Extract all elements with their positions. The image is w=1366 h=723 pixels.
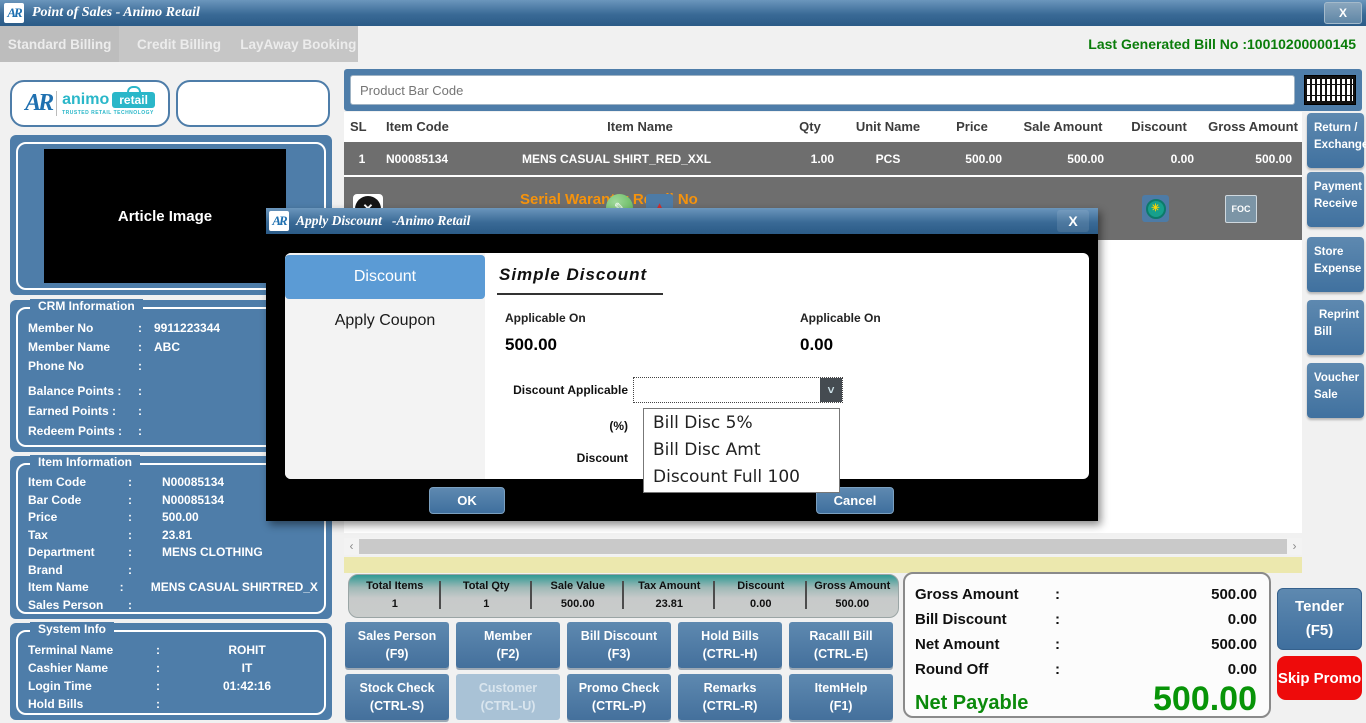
- item-row: Sales Person:: [28, 597, 132, 612]
- last-generated-bill: Last Generated Bill No :10010200000145: [1088, 36, 1356, 52]
- store-expense-button[interactable]: Store Expense: [1307, 237, 1364, 292]
- modal-title: Apply Discount -Animo Retail: [296, 213, 471, 228]
- gross-amount-row: Gross Amount:500.00: [915, 586, 1257, 603]
- system-row: Cashier Name: IT: [28, 661, 253, 675]
- item-row: Brand:: [28, 562, 132, 577]
- item-info-title: Item Information: [30, 455, 141, 469]
- net-payable-row: Net Payable 500.00: [915, 680, 1257, 718]
- brand-ar-icon: AR: [25, 90, 54, 116]
- system-row: Hold Bills:: [28, 697, 160, 711]
- tax-amount: Tax Amount 23.81: [624, 575, 716, 617]
- customer-button: Customer (CTRL-U): [456, 674, 560, 720]
- table-row[interactable]: 1 N00085134 MENS CASUAL SHIRT_RED_XXL 1.…: [344, 142, 1302, 175]
- title-bar: AR Point of Sales - Animo Retail X: [0, 0, 1366, 26]
- apply-discount-modal: AR Apply Discount -Animo Retail X Discou…: [266, 208, 1098, 521]
- brand-animo: animo: [62, 91, 110, 108]
- app-logo-icon: AR: [4, 3, 24, 23]
- foc-button[interactable]: FOC: [1225, 195, 1257, 223]
- promo-check-button[interactable]: Promo Check (CTRL-P): [567, 674, 671, 720]
- total-qty: Total Qty 1: [441, 575, 533, 617]
- promo-badge-icon[interactable]: ✳: [1142, 195, 1169, 222]
- scroll-right-icon[interactable]: ›: [1287, 538, 1302, 555]
- modal-tab-discount[interactable]: Discount: [285, 255, 485, 299]
- barcode-input[interactable]: [350, 75, 1295, 105]
- tab-layaway-booking[interactable]: LayAway Booking: [239, 26, 358, 62]
- brand-text: animo retail TRUSTED RETAIL TECHNOLOGY: [56, 91, 155, 116]
- modal-tab-apply-coupon[interactable]: Apply Coupon: [285, 299, 485, 343]
- window-title: Point of Sales - Animo Retail: [32, 5, 200, 20]
- horizontal-scrollbar[interactable]: ‹ ›: [344, 538, 1302, 555]
- scroll-left-icon[interactable]: ‹: [344, 538, 359, 555]
- system-info-title: System Info: [30, 622, 115, 636]
- recall-bill-button[interactable]: Racalll Bill (CTRL-E): [789, 622, 893, 668]
- remarks-button[interactable]: Remarks (CTRL-R): [678, 674, 782, 720]
- bill-summary-panel: Gross Amount:500.00 Bill Discount:0.00 N…: [903, 572, 1271, 718]
- billing-tabs: Standard Billing Credit Billing LayAway …: [0, 26, 358, 62]
- applicable-on-left: Applicable On 500.00: [505, 311, 586, 354]
- skip-promo-button[interactable]: Skip Promo: [1277, 656, 1362, 700]
- scrollbar-thumb[interactable]: [359, 539, 1287, 554]
- simple-discount-heading: Simple Discount: [497, 265, 664, 295]
- member-button[interactable]: Member (F2): [456, 622, 560, 668]
- hold-bills-button[interactable]: Hold Bills (CTRL-H): [678, 622, 782, 668]
- percent-label: (%): [609, 419, 628, 433]
- system-info-panel: System Info Terminal Name: ROHIT Cashier …: [10, 622, 332, 720]
- brand-logo-box: AR animo retail TRUSTED RETAIL TECHNOLOG…: [10, 80, 170, 127]
- item-help-button[interactable]: ItemHelp (F1): [789, 674, 893, 720]
- item-row: Department: MENS CLOTHING: [28, 545, 263, 559]
- system-row: Login Time:01:42:16: [28, 679, 272, 693]
- status-strip: [344, 557, 1302, 573]
- dropdown-option[interactable]: Discount Full 100: [653, 464, 839, 491]
- applicable-on-right: Applicable On 0.00: [800, 311, 881, 354]
- brand-retail-bag-icon: retail: [112, 92, 155, 108]
- modal-tabs: Discount Apply Coupon: [285, 253, 485, 479]
- stock-check-button[interactable]: Stock Check (CTRL-S): [345, 674, 449, 720]
- table-header: SL Item Code Item Name Qty Unit Name Pri…: [350, 118, 1298, 134]
- chevron-down-icon[interactable]: ˅: [820, 378, 842, 402]
- round-off-row: Round Off:0.00: [915, 661, 1257, 678]
- tender-button[interactable]: Tender (F5): [1277, 588, 1362, 650]
- dropdown-options-list: Bill Disc 5% Bill Disc Amt Discount Full…: [643, 408, 840, 493]
- crm-title: CRM Information: [30, 299, 143, 313]
- secondary-logo-box: [176, 80, 330, 127]
- item-row: Tax:23.81: [28, 527, 193, 542]
- voucher-sale-button[interactable]: Voucher Sale: [1307, 363, 1364, 418]
- reprint-bill-button[interactable]: Reprint Bill: [1307, 300, 1364, 355]
- brand-tagline: TRUSTED RETAIL TECHNOLOGY: [62, 110, 154, 116]
- ok-button[interactable]: OK: [429, 487, 505, 514]
- net-amount-row: Net Amount:500.00: [915, 636, 1257, 653]
- dropdown-option[interactable]: Bill Disc 5%: [653, 410, 839, 437]
- gross-amount-total: Gross Amount 500.00: [814, 580, 891, 610]
- discount-applicable-label: Discount Applicable: [513, 383, 628, 397]
- barcode-bar: [344, 69, 1362, 111]
- discount-label: Discount: [576, 451, 628, 465]
- payment-receive-button[interactable]: Payment Receive: [1307, 172, 1364, 227]
- net-payable-value: 500.00: [1153, 680, 1257, 718]
- tab-credit-billing[interactable]: Credit Billing: [119, 26, 238, 62]
- dropdown-option[interactable]: Bill Disc Amt: [653, 437, 839, 464]
- sale-value: Sale Value 500.00: [532, 575, 624, 617]
- keyboard-icon[interactable]: [1304, 75, 1356, 105]
- item-row: Item Name: MENS CASUAL SHIRTRED_XXL: [28, 580, 318, 594]
- return-exchange-button[interactable]: Return / Exchange: [1307, 113, 1366, 168]
- totals-bar: Total Items 1 Total Qty 1 Sale Value 500.00…: [348, 574, 899, 618]
- bill-discount-button[interactable]: Bill Discount (F3): [567, 622, 671, 668]
- window-close-button[interactable]: X: [1324, 2, 1362, 24]
- system-row: Terminal Name: ROHIT: [28, 643, 266, 657]
- net-payable-label: Net Payable: [915, 692, 1029, 715]
- modal-title-bar: AR Apply Discount -Animo Retail X: [266, 208, 1098, 234]
- bill-discount-row: Bill Discount:0.00: [915, 611, 1257, 628]
- modal-close-button[interactable]: X: [1057, 210, 1089, 232]
- discount-applicable-dropdown[interactable]: ˅: [633, 377, 843, 403]
- modal-logo-icon: AR: [269, 211, 289, 231]
- sales-person-button[interactable]: Sales Person (F9): [345, 622, 449, 668]
- discount-total: Discount 0.00: [715, 575, 807, 617]
- total-items: Total Items 1: [349, 575, 441, 617]
- tab-standard-billing[interactable]: Standard Billing: [0, 26, 120, 62]
- pos-window: AR Point of Sales - Animo Retail X Stand…: [0, 0, 1366, 723]
- article-image: Article Image: [44, 149, 286, 283]
